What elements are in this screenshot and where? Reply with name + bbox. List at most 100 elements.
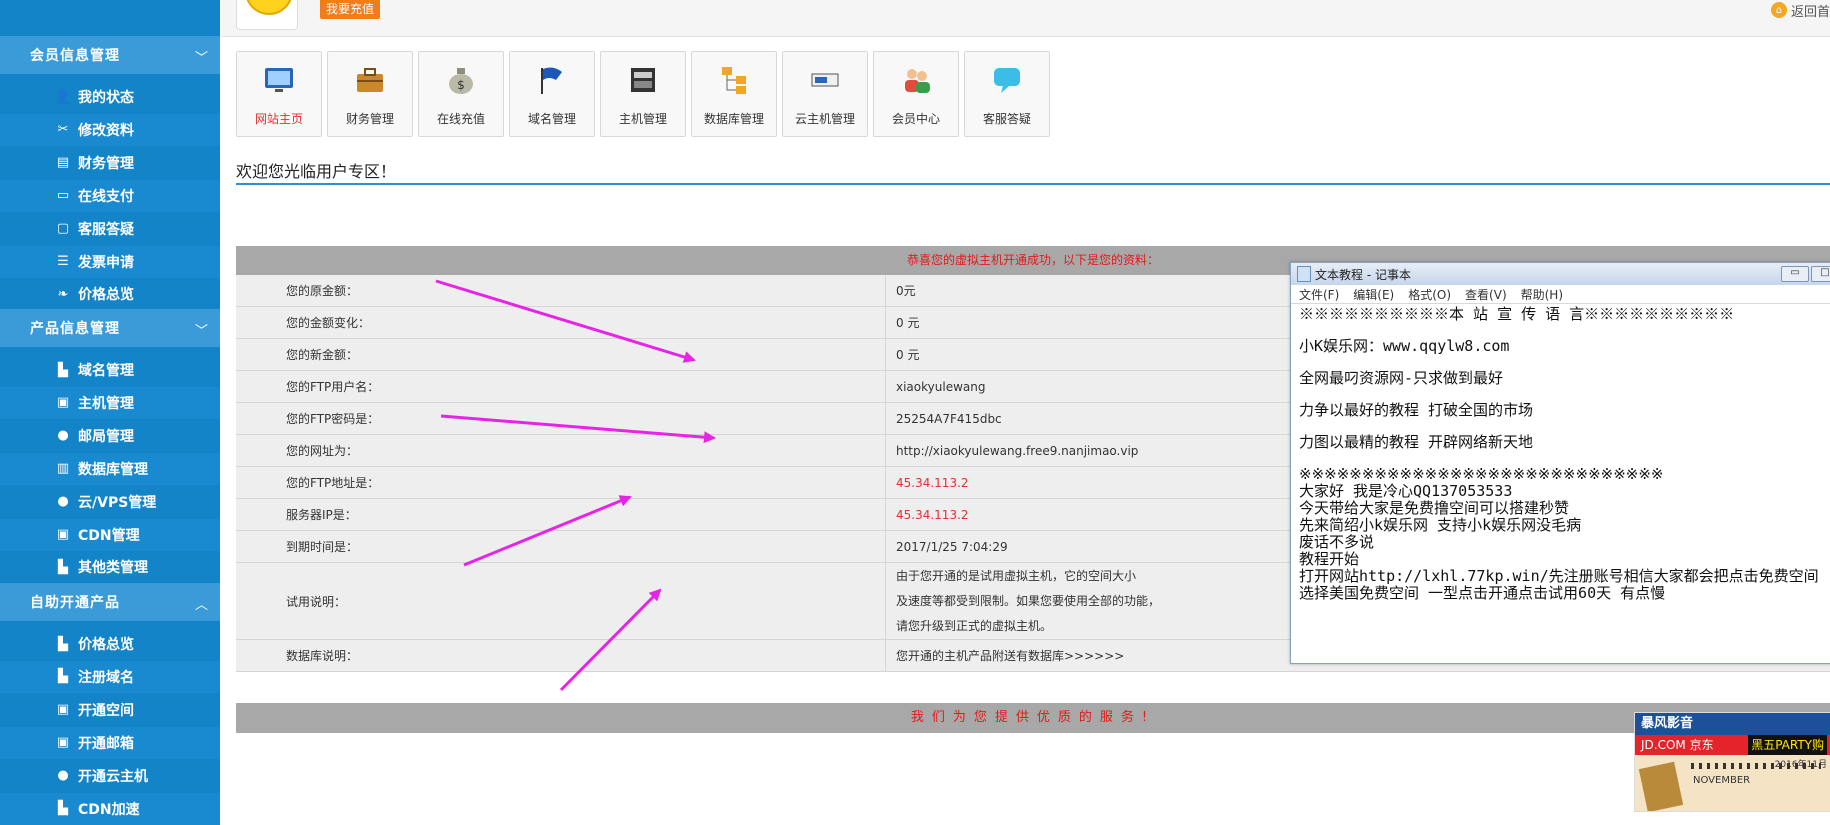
tile-folders[interactable]: 数据库管理 xyxy=(691,51,777,137)
maximize-button[interactable]: □ xyxy=(1811,266,1830,282)
notepad-line: 力争以最好的教程 打破全国的市场 xyxy=(1299,401,1534,419)
tile-speech-bubble[interactable]: 客服答疑 xyxy=(964,51,1050,137)
notepad-line: 今天带给大家是免费撸空间可以搭建秒赞 xyxy=(1299,499,1570,517)
ad-month: NOVEMBER xyxy=(1693,775,1751,786)
row-label: 您的FTP地址是： xyxy=(236,467,886,498)
notepad-menu-item[interactable]: 查看(V) xyxy=(1465,286,1507,303)
sidebar-item[interactable]: ● 云/VPS管理 xyxy=(0,486,220,518)
tile-label: 财务管理 xyxy=(345,112,394,126)
sidebar-item-label: 开通云主机 xyxy=(78,768,148,785)
return-home-link[interactable]: ⌂ 返回首 xyxy=(1770,0,1830,20)
sidebar-item[interactable]: ☰ 发票申请 xyxy=(0,245,220,278)
sidebar-item[interactable]: ● 邮局管理 xyxy=(0,420,220,452)
advertisement-banner[interactable]: 暴风影音 JD.COM 京东 黑五PARTY购 NOVEMBER 2016年11月 xyxy=(1634,712,1830,812)
book-icon: ▙ xyxy=(58,801,68,816)
notepad-menu-item[interactable]: 文件(F) xyxy=(1299,286,1339,303)
sidebar-item-label: 我的状态 xyxy=(78,90,134,106)
sidebar-section-2[interactable]: 自助开通产品 ︿ xyxy=(0,583,220,621)
sidebar-item-label: 修改资料 xyxy=(78,122,134,139)
row-label: 您的新金额： xyxy=(236,339,886,370)
sidebar-item[interactable]: ❧ 价格总览 xyxy=(0,278,220,310)
sidebar-item[interactable]: ✂ 修改资料 xyxy=(0,113,220,146)
avatar[interactable] xyxy=(236,0,298,30)
sidebar-item-label: 其他类管理 xyxy=(78,560,148,577)
tile-members[interactable]: 会员中心 xyxy=(873,51,959,137)
sidebar-item-label: 开通邮箱 xyxy=(78,735,134,752)
sidebar-item[interactable]: ▙ 注册域名 xyxy=(0,660,220,693)
sidebar-item-label: 价格总览 xyxy=(78,637,134,653)
divider xyxy=(236,183,1830,185)
server-icon: ▣ xyxy=(56,395,70,411)
sidebar-item-label: 发票申请 xyxy=(78,254,134,271)
chevron-down-icon: ﹀ xyxy=(194,51,208,66)
row-label: 您的FTP用户名： xyxy=(236,371,886,402)
sidebar-item-label: CDN加速 xyxy=(78,801,140,818)
tile-flag[interactable]: 域名管理 xyxy=(509,51,595,137)
sidebar-item[interactable]: ▣ 开通邮箱 xyxy=(0,726,220,759)
tile-website[interactable]: 网站主页 xyxy=(236,51,322,137)
monitor-icon: ▭ xyxy=(56,188,70,204)
tile-briefcase[interactable]: 财务管理 xyxy=(327,51,413,137)
pin-icon: ● xyxy=(57,428,69,444)
sidebar-section-1[interactable]: 产品信息管理 ﹀ xyxy=(0,309,220,347)
sidebar-item[interactable]: ● 开通云主机 xyxy=(0,760,220,792)
tile-money-bag[interactable]: $ 在线充值 xyxy=(418,51,504,137)
notepad-line: 选择美国免费空间 一型点击开通点击试用60天 有点慢 xyxy=(1299,584,1666,602)
sidebar-section-0[interactable]: 会员信息管理 ﹀ xyxy=(0,36,220,74)
sidebar-item[interactable]: ▢ 客服答疑 xyxy=(0,213,220,245)
sidebar-item-label: 主机管理 xyxy=(78,395,134,412)
pin-icon: ● xyxy=(57,494,69,510)
sidebar-item[interactable]: ▙ 其他类管理 xyxy=(0,551,220,583)
notepad-text-area[interactable]: ※※※※※※※※※※本 站 宣 传 语 言※※※※※※※※※※ 小K娱乐网：www… xyxy=(1291,304,1830,604)
sidebar-item[interactable]: ▤ 财务管理 xyxy=(0,147,220,179)
tile-host[interactable]: 主机管理 xyxy=(600,51,686,137)
notepad-menu-item[interactable]: 格式(O) xyxy=(1408,286,1451,303)
ad-year: 2016年11月 xyxy=(1774,760,1827,770)
sidebar-section-title: 产品信息管理 xyxy=(30,321,120,337)
ad-jd: JD.COM 京东 xyxy=(1641,738,1714,752)
bar-chart-icon: ▥ xyxy=(56,461,70,477)
briefcase-icon xyxy=(357,68,383,92)
sidebar-item-label: 邮局管理 xyxy=(78,428,134,445)
speech-bubble-icon xyxy=(994,68,1020,93)
sidebar-item-label: 财务管理 xyxy=(78,155,134,172)
trial-line: 及速度等都受到限制。如果您要使用全部的功能， xyxy=(896,593,1161,608)
notepad-line: 力图以最精的教程 开辟网络新天地 xyxy=(1299,433,1534,451)
sidebar-item[interactable]: ▙ 域名管理 xyxy=(0,354,220,386)
sidebar-item[interactable]: ▙ CDN加速 xyxy=(0,792,220,825)
notepad-titlebar[interactable]: 文本教程 - 记事本 xyxy=(1291,263,1830,285)
tile-label: 数据库管理 xyxy=(703,112,764,126)
return-home-label: 返回首 xyxy=(1790,4,1830,20)
notepad-menu-item[interactable]: 帮助(H) xyxy=(1521,286,1563,303)
user-icon: 👤 xyxy=(54,89,72,105)
server-icon: ▣ xyxy=(56,527,70,542)
notepad-line xyxy=(1299,355,1830,370)
sidebar-item[interactable]: ▣ 主机管理 xyxy=(0,386,220,419)
website-icon xyxy=(265,68,293,92)
sidebar-item-label: 域名管理 xyxy=(78,363,134,379)
notepad-window[interactable]: 文本教程 - 记事本 ▭ □ 文件(F) 编辑(E) 格式(O) 查看(V) 帮助(H)… xyxy=(1290,262,1830,664)
row-label: 到期时间是： xyxy=(236,531,886,562)
sidebar-item-label: 云/VPS管理 xyxy=(78,494,157,511)
sidebar-item[interactable]: ▥ 数据库管理 xyxy=(0,452,220,485)
info-table-footer: 我们为您提供优质的服务! xyxy=(236,703,1830,733)
sidebar-item[interactable]: ▙ 价格总览 xyxy=(0,628,220,660)
ad-brand: 暴风影音 xyxy=(1635,713,1830,735)
chat-icon: ▢ xyxy=(56,221,70,237)
tile-label: 网站主页 xyxy=(254,112,303,126)
minimize-button[interactable]: ▭ xyxy=(1781,266,1809,282)
sidebar-item[interactable]: ▭ 在线支付 xyxy=(0,179,220,212)
host-icon xyxy=(631,68,655,92)
book-icon: ▙ xyxy=(58,559,68,575)
tools-icon: ✂ xyxy=(57,122,69,138)
trial-line: 请您升级到正式的虚拟主机。 xyxy=(896,618,1053,633)
ad-party: 黑五PARTY购 xyxy=(1748,735,1827,755)
notepad-line xyxy=(1299,387,1830,402)
sidebar-item[interactable]: ▣ CDN管理 xyxy=(0,518,220,551)
tile-server-rack[interactable]: 云主机管理 xyxy=(782,51,868,137)
sidebar-item-label: 客服答疑 xyxy=(78,221,134,238)
recharge-button[interactable]: 我要充值 xyxy=(320,0,381,19)
sidebar-item[interactable]: ▣ 开通空间 xyxy=(0,694,220,726)
notepad-menu-item[interactable]: 编辑(E) xyxy=(1353,286,1394,303)
sidebar-item[interactable]: 👤 我的状态 xyxy=(0,81,220,113)
